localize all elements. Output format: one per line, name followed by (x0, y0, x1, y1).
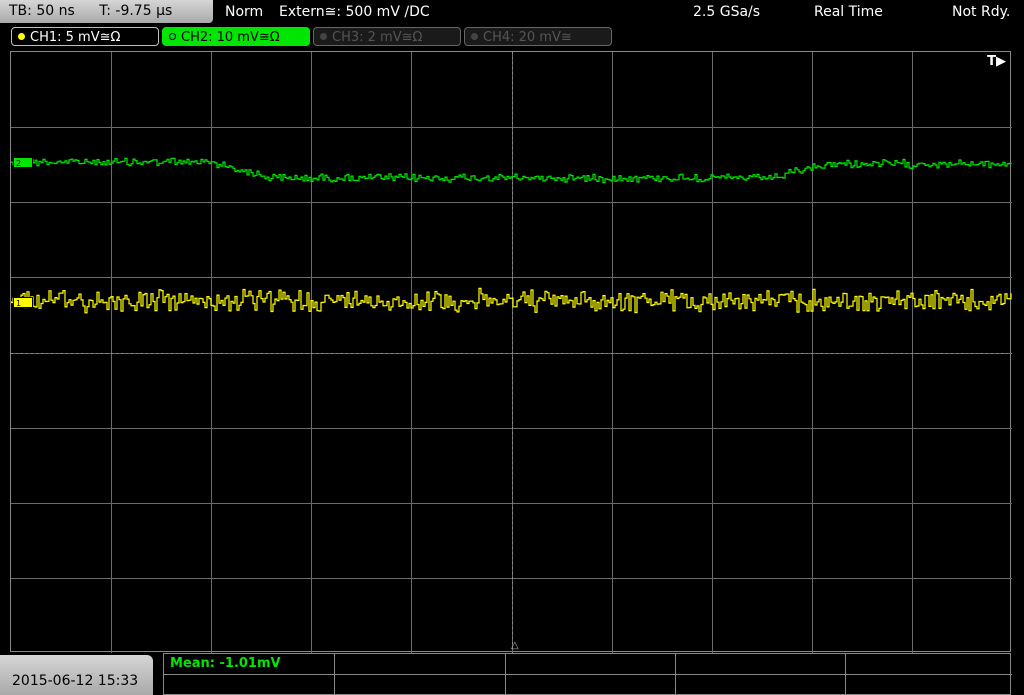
measurement-slot[interactable] (846, 674, 1012, 694)
channel-tab-ch3[interactable]: CH3: 2 mV≅Ω (313, 27, 461, 46)
trigger-state: Not Rdy. (952, 4, 1011, 20)
measurement-slot[interactable] (506, 654, 676, 674)
measurement-slot[interactable] (335, 654, 506, 674)
channel-tab-ch2[interactable]: CH2: 10 mV≅Ω (162, 27, 310, 46)
measurement-mean[interactable]: Mean: -1.01mV (164, 654, 335, 674)
ch2-offset-marker[interactable]: 2 (13, 157, 33, 168)
channel-dot-icon (18, 33, 25, 40)
channel-tab-ch4[interactable]: CH4: 20 mV≅ (464, 27, 612, 46)
measurement-slot[interactable] (846, 654, 1012, 674)
measurement-panel[interactable]: Mean: -1.01mV (163, 653, 1012, 695)
waveform-display[interactable]: T▶ 2 1 △ (10, 51, 1012, 653)
channel-tab-ch1[interactable]: CH1: 5 mV≅Ω (11, 27, 159, 46)
measurement-slot[interactable] (506, 674, 676, 694)
trigger-mode[interactable]: Norm (225, 4, 263, 20)
channel-tabs: CH1: 5 mV≅Ω CH2: 10 mV≅Ω CH3: 2 mV≅Ω CH4… (0, 26, 1024, 47)
measurement-slot[interactable] (335, 674, 506, 694)
datetime-panel: 2015-06-12 15:33 (0, 655, 153, 695)
channel-label-ch4: CH4: 20 mV≅ (483, 30, 572, 45)
trigger-indicator-icon: T▶ (987, 54, 1006, 69)
measurement-slot[interactable] (676, 674, 846, 694)
channel-label-ch2: CH2: 10 mV≅Ω (181, 30, 280, 45)
status-bar: Norm Extern≅: 500 mV ∕DC 2.5 GSa/s Real … (217, 0, 1024, 23)
channel-dot-icon (169, 33, 176, 40)
waveform-canvas (11, 52, 1012, 653)
ch1-offset-marker[interactable]: 1 (13, 297, 33, 308)
channel-dot-icon (320, 33, 327, 40)
trigger-source[interactable]: Extern≅: 500 mV ∕DC (279, 4, 430, 20)
timebase-panel[interactable]: TB: 50 ns T: -9.75 µs (0, 0, 213, 23)
acquisition-mode[interactable]: Real Time (814, 4, 883, 20)
measurement-slot[interactable] (164, 674, 335, 694)
measurement-slot[interactable] (676, 654, 846, 674)
sample-rate: 2.5 GSa/s (693, 4, 761, 20)
channel-label-ch1: CH1: 5 mV≅Ω (30, 30, 121, 45)
trigger-time-value[interactable]: T: -9.75 µs (99, 3, 172, 19)
channel-label-ch3: CH3: 2 mV≅Ω (332, 30, 423, 45)
channel-dot-icon (471, 33, 478, 40)
datetime-label: 2015-06-12 15:33 (12, 673, 139, 689)
ch1-waveform (11, 287, 1012, 314)
trigger-position-icon[interactable]: △ (511, 640, 519, 651)
timebase-value[interactable]: TB: 50 ns (9, 3, 75, 19)
ch2-waveform (11, 157, 1012, 184)
